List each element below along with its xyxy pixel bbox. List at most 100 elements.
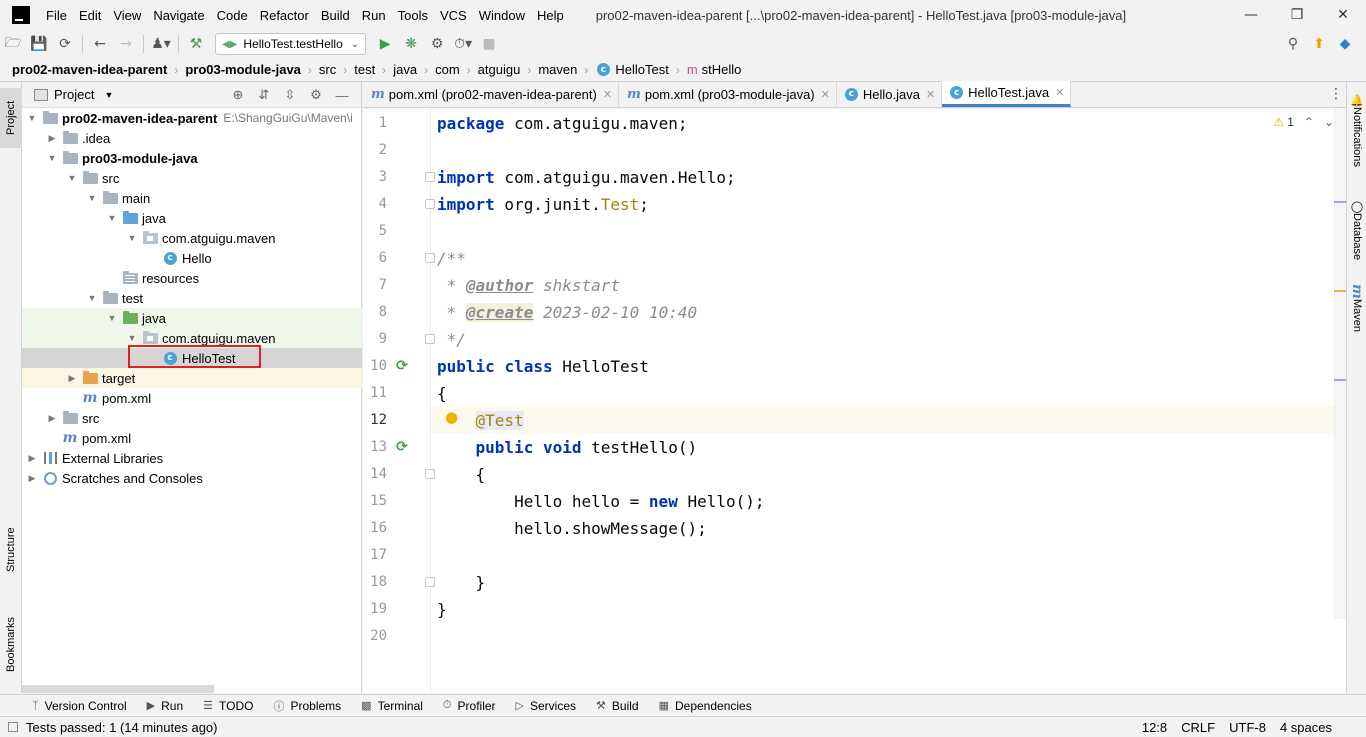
tab-hellotest-java[interactable]: c HelloTest.java ✕ [942,81,1072,107]
close-icon[interactable]: ✕ [603,88,612,101]
crumb-com[interactable]: com [435,62,460,77]
horizontal-scrollbar[interactable] [22,685,214,693]
locate-icon[interactable]: ⊕ [225,86,251,104]
services-tool[interactable]: ▷ Services [516,699,576,713]
run-test-class-icon[interactable]: ⟳ [393,357,411,375]
open-folder-icon[interactable]: 🗁 [0,32,26,56]
close-icon[interactable]: ✕ [821,88,830,101]
menu-edit[interactable]: Edit [73,8,107,23]
back-arrow-icon[interactable]: ← [87,32,113,56]
version-control-tool[interactable]: ᛉ Version Control [32,699,127,713]
run-configuration-select[interactable]: ◀▶ HelloTest.testHello ⌄ [215,33,367,55]
fold-marker-icon[interactable] [425,199,435,209]
menu-view[interactable]: View [107,8,147,23]
indent-setting[interactable]: 4 spaces [1280,720,1332,735]
database-tool-tab[interactable]: ◯ Database [1348,200,1366,266]
more-tabs-icon[interactable]: ⋮ [1326,86,1346,102]
update-icon[interactable]: ⬆ [1306,32,1332,56]
profiler-tool[interactable]: ⏱ Profiler [443,699,496,713]
menu-vcs[interactable]: VCS [434,8,473,23]
expand-all-icon[interactable]: ⇵ [251,86,277,104]
tree-item-main-package[interactable]: ▼ com.atguigu.maven [22,228,362,248]
project-panel-title[interactable]: Project [54,87,94,102]
tree-item-parent-project[interactable]: ▼ pro02-maven-idea-parent E:\ShangGuiGu\M… [22,108,362,128]
run-test-method-icon[interactable]: ⟳ [393,438,411,456]
coverage-icon[interactable]: ⚙ [424,32,450,56]
tree-item-src[interactable]: ▼ src [22,168,362,188]
tab-module-pom[interactable]: m pom.xml (pro03-module-java) ✕ [619,81,837,107]
stop-icon[interactable]: ■ [476,32,502,56]
chevron-up-icon[interactable]: ⌃ [1304,115,1314,129]
todo-tool[interactable]: ☰ TODO [203,699,253,713]
tab-hello-java[interactable]: c Hello.java ✕ [837,81,943,107]
crumb-test[interactable]: test [354,62,375,77]
crumb-atguigu[interactable]: atguigu [478,62,521,77]
menu-tools[interactable]: Tools [392,8,434,23]
vertical-scrollbar[interactable] [1334,109,1346,619]
tree-item-idea[interactable]: ▶ .idea [22,128,362,148]
collapse-all-icon[interactable]: ⇳ [277,86,303,104]
tree-item-main-java[interactable]: ▼ java [22,208,362,228]
close-icon[interactable]: ✕ [1055,86,1064,99]
project-tool-tab[interactable]: Project [0,88,22,148]
close-icon[interactable]: ✕ [926,88,935,101]
menu-build[interactable]: Build [315,8,356,23]
tree-item-hellotest[interactable]: c HelloTest [22,348,362,368]
tree-item-root-pom[interactable]: m pom.xml [22,428,362,448]
run-tool[interactable]: ▶ Run [147,699,183,713]
bookmarks-tool-tab[interactable]: Bookmarks [0,602,22,686]
crumb-java[interactable]: java [393,62,417,77]
menu-help[interactable]: Help [531,8,570,23]
caret-position[interactable]: 12:8 [1142,720,1167,735]
save-all-icon[interactable]: 💾 [26,32,52,56]
tab-parent-pom[interactable]: m pom.xml (pro02-maven-idea-parent) ✕ [363,81,620,107]
fold-marker-icon[interactable] [425,172,435,182]
tree-item-target[interactable]: ▶ target [22,368,362,388]
tree-item-module-pom[interactable]: m pom.xml [22,388,362,408]
tree-item-external-libraries[interactable]: ▶ External Libraries [22,448,362,468]
status-message[interactable]: Tests passed: 1 (14 minutes ago) [26,720,218,735]
fold-marker-icon[interactable] [425,469,435,479]
problems-tool[interactable]: ⓘ Problems [273,698,341,714]
tree-item-scratches[interactable]: ▶ Scratches and Consoles [22,468,362,488]
crumb-parent[interactable]: pro02-maven-idea-parent [12,62,167,77]
tree-item-test-java[interactable]: ▼ java [22,308,362,328]
fold-marker-icon[interactable] [425,253,435,263]
menu-navigate[interactable]: Navigate [147,8,210,23]
fold-marker-icon[interactable] [425,334,435,344]
jetbrains-ai-icon[interactable]: ◆ [1332,32,1358,56]
tree-item-resources[interactable]: resources [22,268,362,288]
menu-file[interactable]: File [40,8,73,23]
search-icon[interactable]: ⚲ [1280,32,1306,56]
menu-window[interactable]: Window [473,8,531,23]
crumb-hellotest[interactable]: c HelloTest [595,62,669,77]
menu-refactor[interactable]: Refactor [254,8,315,23]
menu-code[interactable]: Code [211,8,254,23]
tree-item-test[interactable]: ▼ test [22,288,362,308]
close-window-button[interactable]: ✕ [1320,0,1366,30]
restore-button[interactable]: ❐ [1274,0,1320,30]
structure-tool-tab[interactable]: Structure [0,514,22,586]
run-icon[interactable]: ▶ [372,32,398,56]
forward-arrow-icon[interactable]: → [113,32,139,56]
file-encoding[interactable]: UTF-8 [1229,720,1266,735]
dependencies-tool[interactable]: ▦ Dependencies [659,699,752,713]
tree-item-module[interactable]: ▼ pro03-module-java [22,148,362,168]
line-separator[interactable]: CRLF [1181,720,1215,735]
terminal-tool[interactable]: ▩ Terminal [361,699,423,713]
tree-item-hello[interactable]: c Hello [22,248,362,268]
build-tool[interactable]: ⚒ Build [596,699,639,713]
profile-icon[interactable]: ⏱▾ [450,32,476,56]
user-icon[interactable]: ♟▾ [148,32,174,56]
build-hammer-icon[interactable]: ⚒ [183,32,209,56]
tree-item-main[interactable]: ▼ main [22,188,362,208]
notifications-tool-tab[interactable]: 🔔 Notifications [1348,94,1366,180]
tree-item-root-src[interactable]: ▶ src [22,408,362,428]
crumb-src[interactable]: src [319,62,336,77]
fold-marker-icon[interactable] [425,577,435,587]
crumb-method[interactable]: m stHello [687,62,742,77]
inspections-widget[interactable]: ⚠ 1 ⌃ ⌄ [1273,115,1334,129]
chevron-down-icon[interactable]: ⌄ [1324,115,1334,129]
tool-windows-icon[interactable] [8,722,18,732]
sync-icon[interactable]: ⟳ [52,32,78,56]
